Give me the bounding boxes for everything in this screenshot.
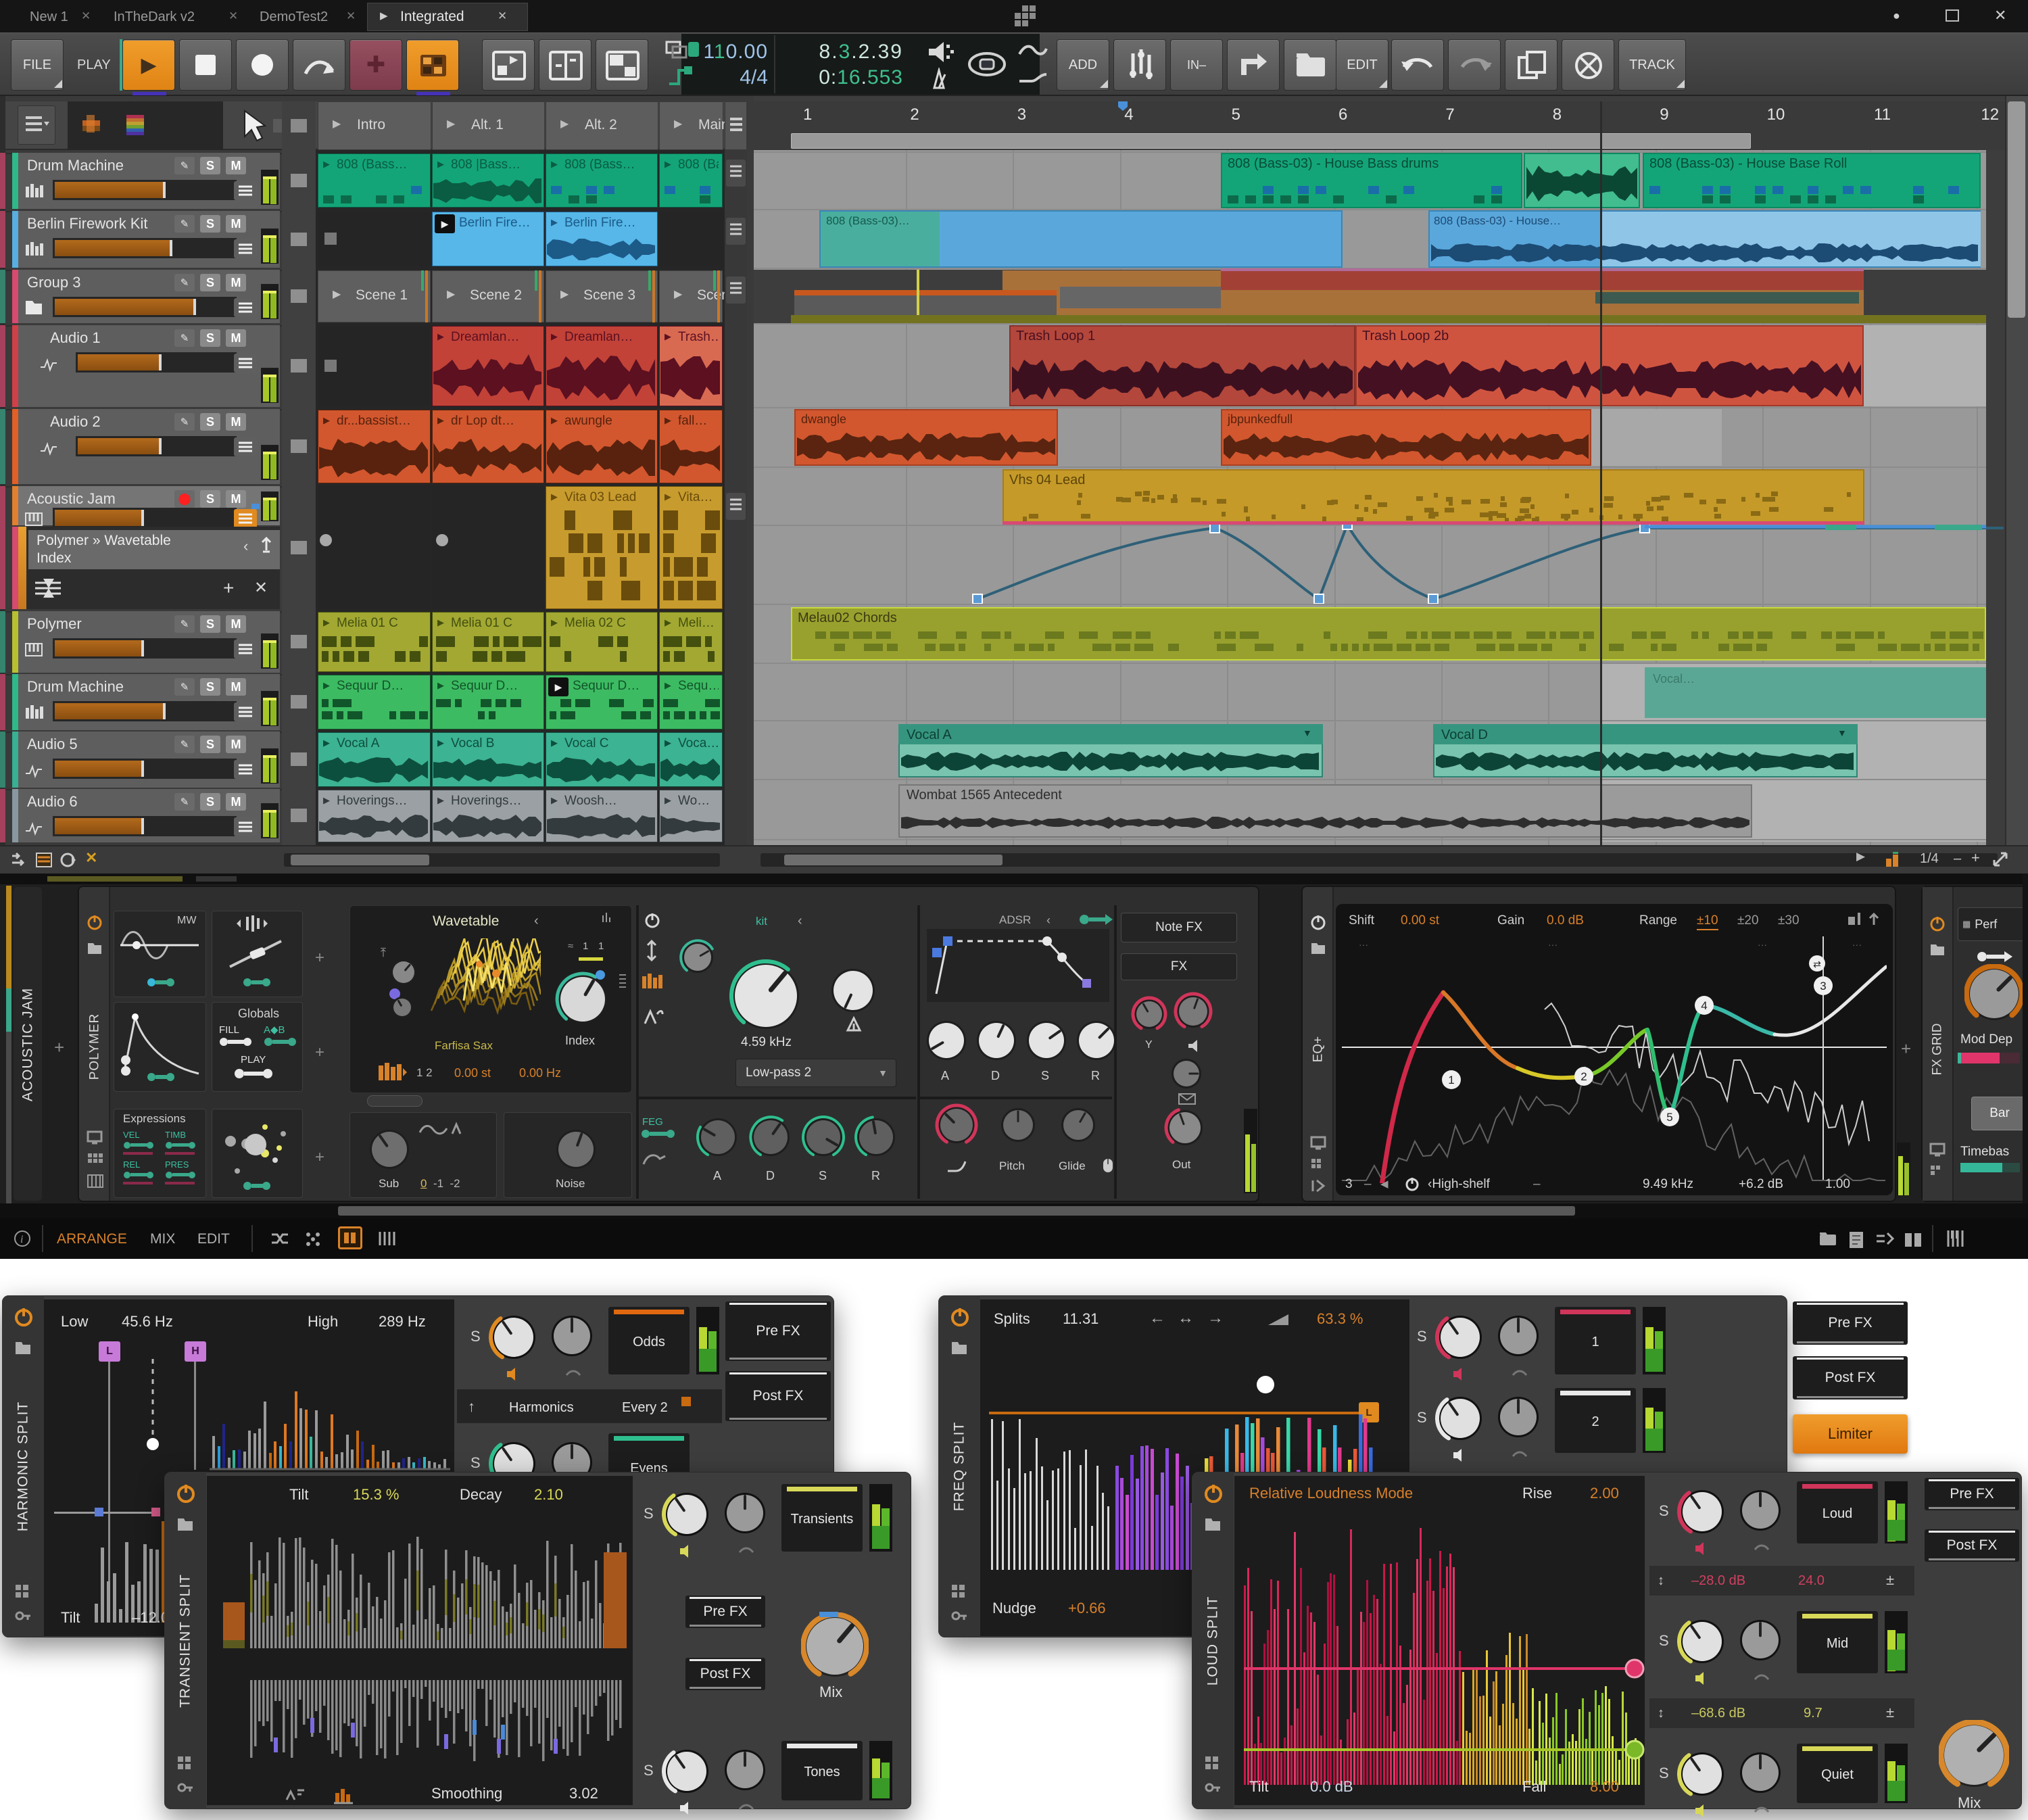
svg-text:i: i xyxy=(20,1234,23,1245)
svg-text:3: 3 xyxy=(1820,980,1826,992)
svg-text:⇄: ⇄ xyxy=(1813,959,1821,969)
svg-text:▶: ▶ xyxy=(510,54,518,66)
svg-text:5: 5 xyxy=(1666,1111,1672,1124)
svg-text:2: 2 xyxy=(1580,1070,1587,1083)
svg-text:4: 4 xyxy=(1701,999,1707,1012)
svg-text:1: 1 xyxy=(1448,1074,1454,1086)
